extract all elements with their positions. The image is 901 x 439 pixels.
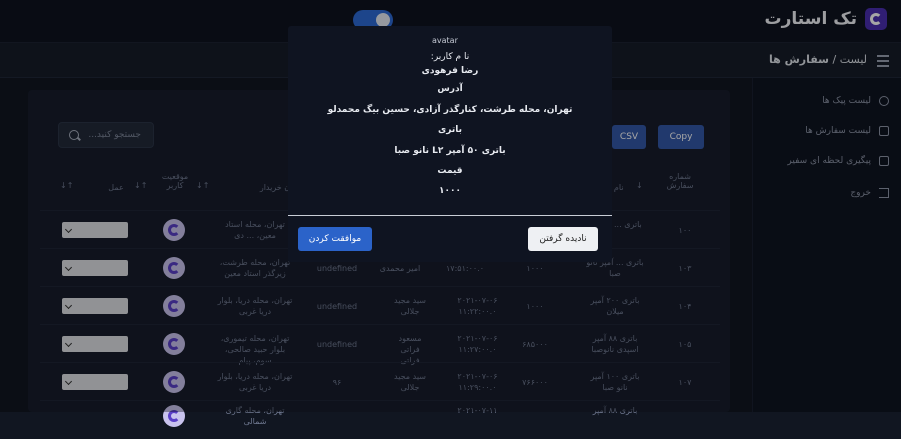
product-value: باتری ۵۰ آمپر L۲ نانو صبا: [394, 146, 506, 156]
avatar-alt-text: avatar: [432, 36, 458, 45]
address-value: تهران، محله طرشت، کنارگذر آزادی، حسین بی…: [327, 105, 573, 115]
product-label: باتری: [438, 125, 462, 135]
price-label: قیمت: [437, 166, 463, 176]
confirm-button[interactable]: موافقت کردن: [298, 227, 372, 251]
ignore-button[interactable]: نادیده گرفتن: [528, 227, 598, 251]
avatar-image: avatar: [432, 36, 458, 45]
user-name: رضا فرهودی: [421, 66, 479, 76]
price-value: ۱۰۰۰: [439, 186, 461, 196]
address-label: آدرس: [437, 84, 463, 94]
user-label: نا م کاربر:: [430, 52, 470, 62]
order-detail-modal: avatar نا م کاربر: رضا فرهودی آدرس تهران…: [288, 26, 612, 262]
modal-divider: [288, 215, 612, 216]
